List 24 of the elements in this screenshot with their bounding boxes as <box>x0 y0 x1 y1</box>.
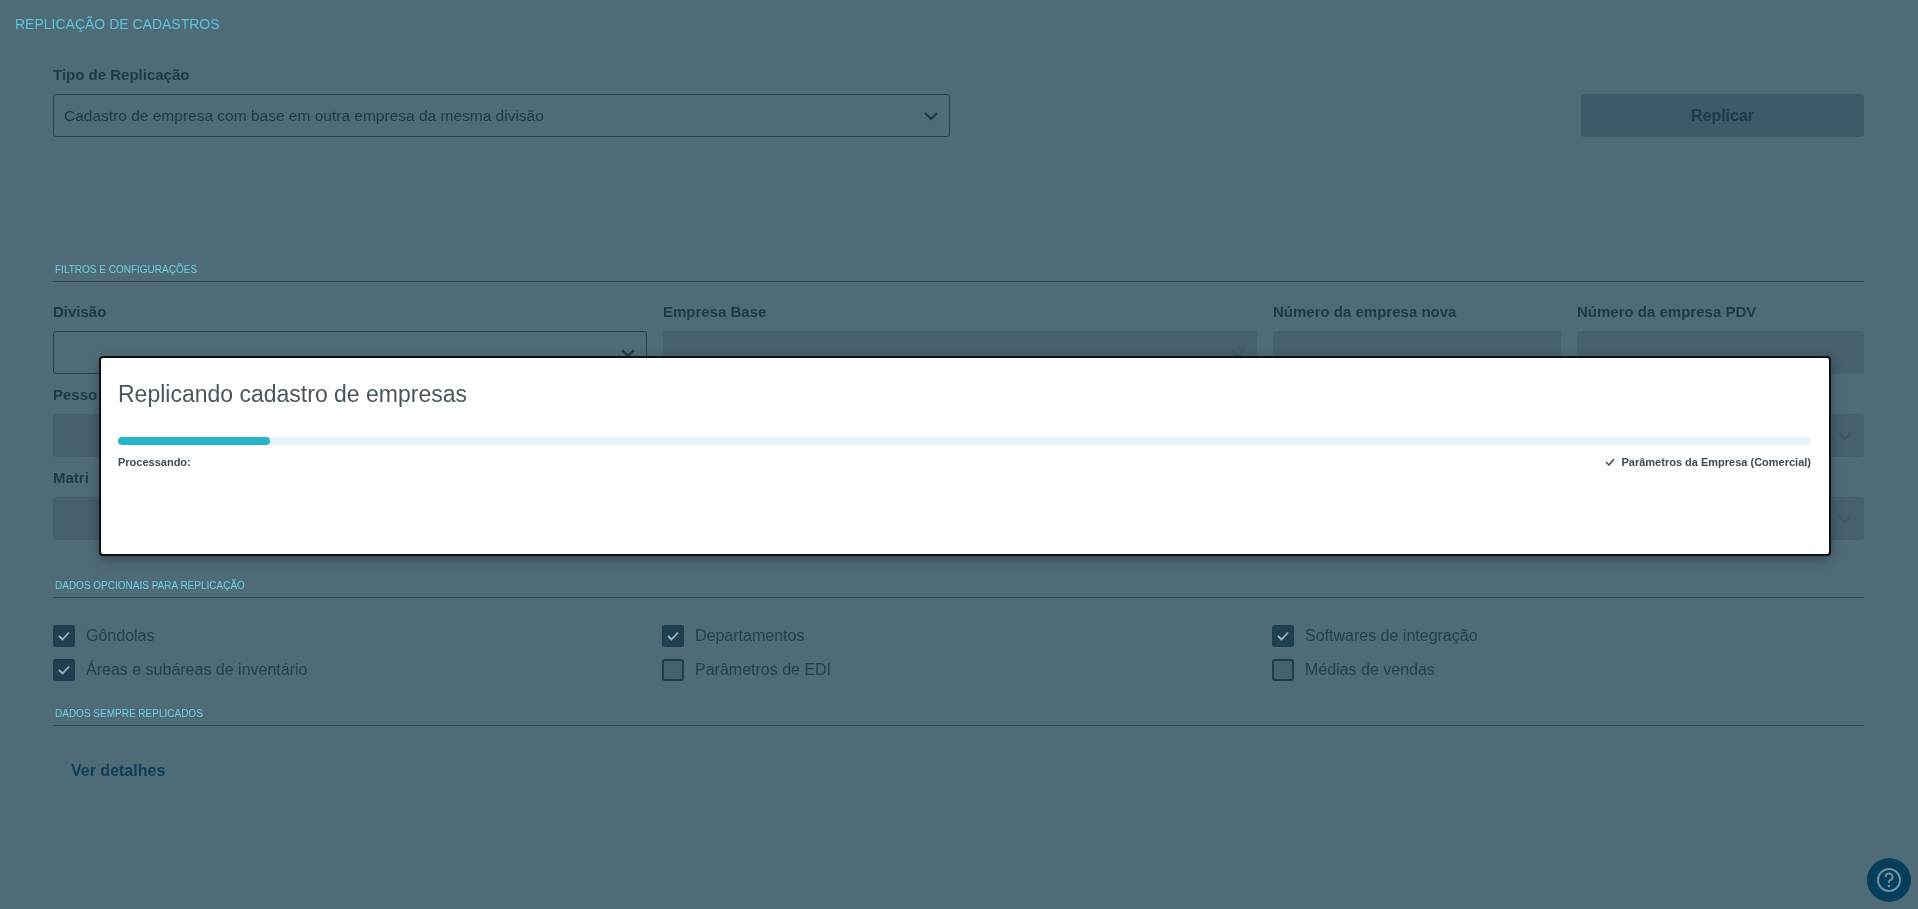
section-heading: DADOS SEMPRE REPLICADOS <box>55 708 204 719</box>
page-title: REPLICAÇÃO DE CADASTROS <box>15 15 221 32</box>
status-label: Processando: <box>118 456 191 468</box>
checkbox[interactable] <box>1272 625 1294 647</box>
check-icon <box>667 631 679 641</box>
help-button[interactable] <box>1867 858 1911 902</box>
check-icon <box>1277 631 1289 641</box>
check-icon <box>58 665 70 675</box>
dialog-title: Replicando cadastro de empresas <box>118 381 469 409</box>
checkbox[interactable] <box>53 659 75 681</box>
chevron-down-icon <box>1230 347 1246 358</box>
check-icon <box>1605 458 1616 466</box>
checkbox[interactable] <box>662 625 684 647</box>
help-icon <box>1876 867 1902 893</box>
details-link[interactable]: Ver detalhes <box>71 762 166 780</box>
section-heading: DADOS OPCIONAIS PARA REPLICAÇÃO <box>55 580 246 591</box>
checkbox[interactable] <box>662 659 684 681</box>
checkbox[interactable] <box>53 625 75 647</box>
current-step: Parâmetros da Empresa (Comercial) <box>1621 456 1811 468</box>
section-heading: FILTROS E CONFIGURAÇÕES <box>55 264 199 275</box>
chevron-down-icon <box>923 110 939 121</box>
chevron-down-icon <box>620 347 636 358</box>
check-icon <box>58 631 70 641</box>
checkbox[interactable] <box>1272 659 1294 681</box>
